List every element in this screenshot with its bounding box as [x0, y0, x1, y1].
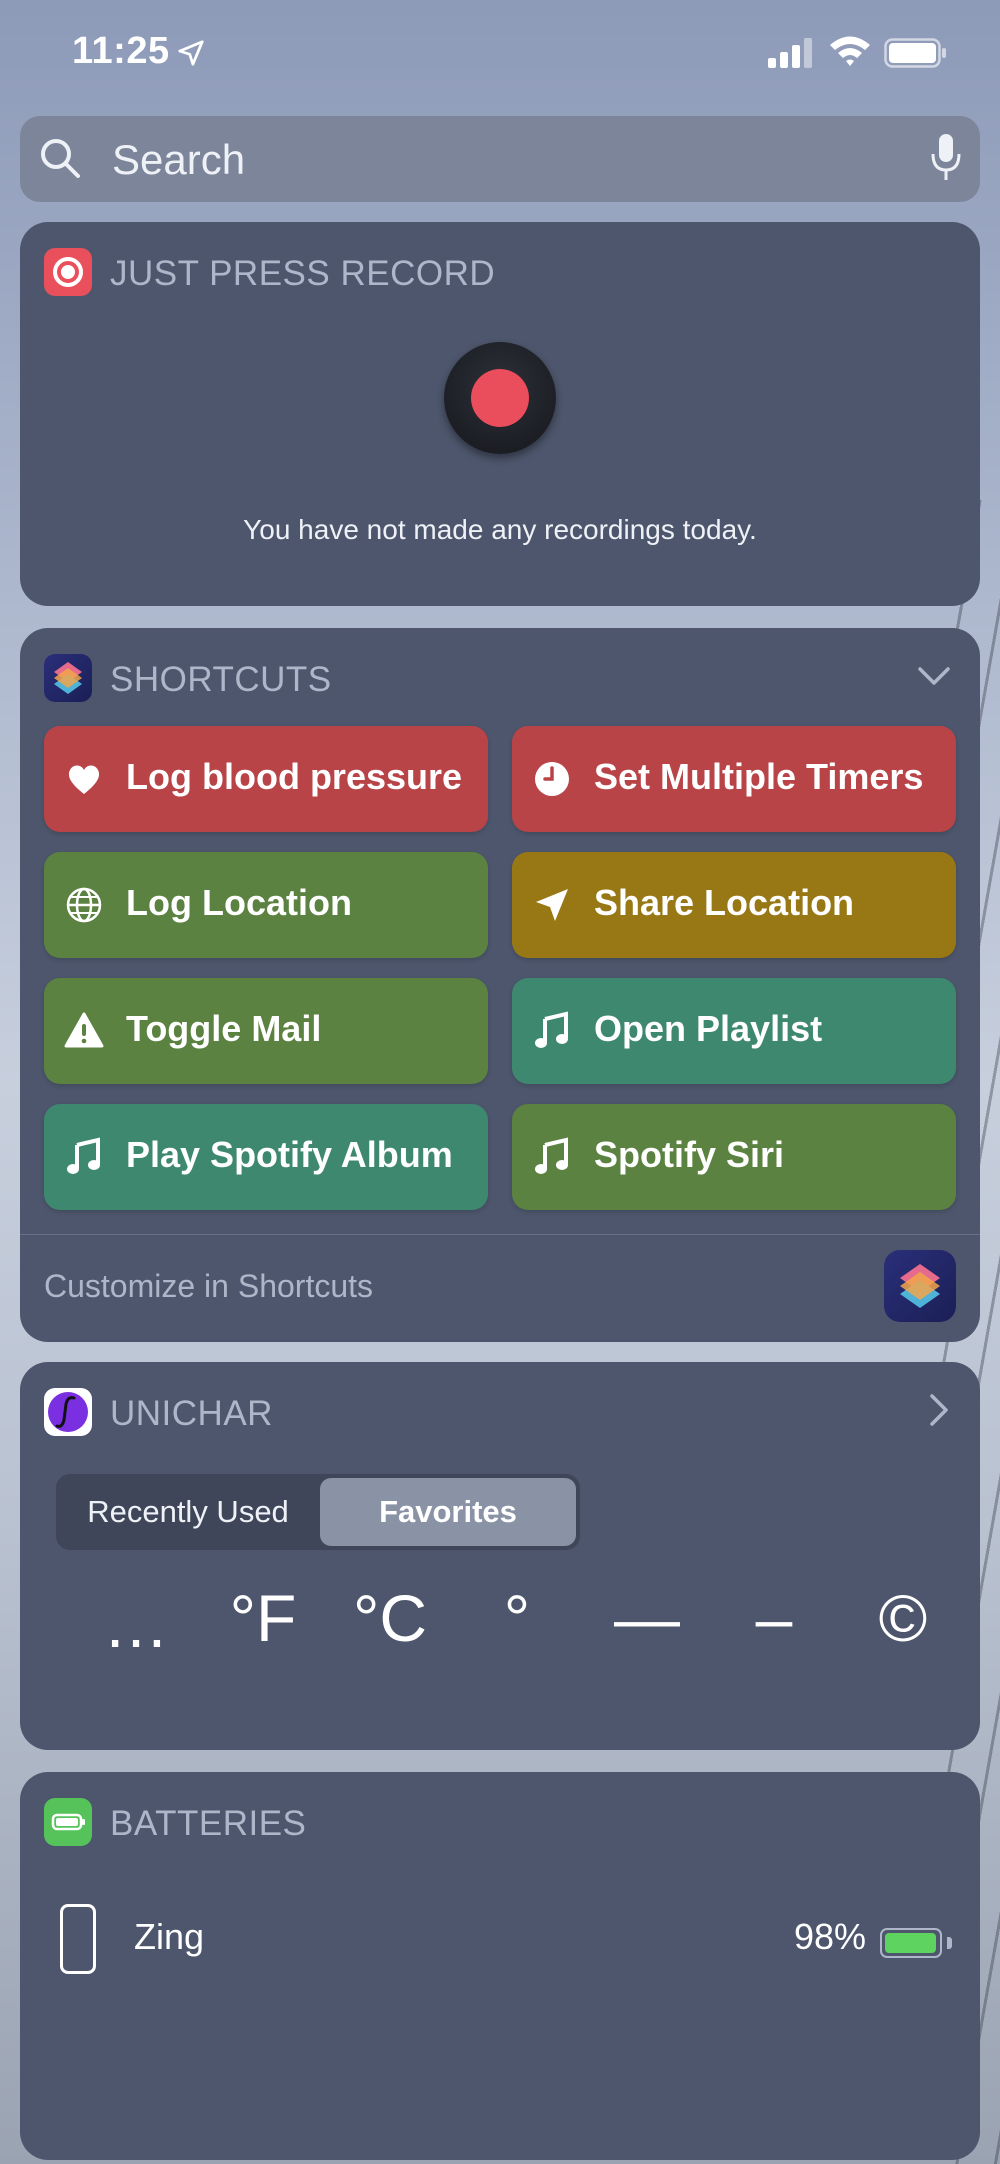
- shortcut-open-playlist[interactable]: Open Playlist: [512, 978, 956, 1084]
- widget-title: BATTERIES: [110, 1804, 307, 1843]
- char-fahrenheit[interactable]: °F: [213, 1580, 313, 1656]
- shortcut-label: Set Multiple Timers: [594, 756, 924, 797]
- location-arrow-icon: [178, 40, 204, 66]
- segment-recently-used[interactable]: Recently Used: [60, 1478, 316, 1546]
- shortcut-label: Log blood pressure: [126, 756, 463, 797]
- shortcut-label: Play Spotify Album: [126, 1134, 453, 1175]
- shortcut-play-spotify-album[interactable]: Play Spotify Album: [44, 1104, 488, 1210]
- status-time: 11:25: [72, 30, 170, 72]
- chevron-right-icon[interactable]: [928, 1392, 950, 1428]
- char-ellipsis[interactable]: …: [86, 1586, 186, 1662]
- segmented-control: Recently Used Favorites: [56, 1474, 580, 1550]
- character-row: … °F °C ° — – ©: [20, 1580, 980, 1680]
- widget-title: UNICHAR: [110, 1394, 273, 1433]
- record-dot-icon: [471, 369, 529, 427]
- segment-favorites[interactable]: Favorites: [320, 1478, 576, 1546]
- shortcuts-widget: SHORTCUTS Log blood pressure Set Multipl…: [20, 628, 980, 1342]
- char-em-dash[interactable]: —: [597, 1580, 697, 1656]
- shortcut-label: Open Playlist: [594, 1008, 823, 1049]
- char-copyright[interactable]: ©: [853, 1580, 953, 1656]
- shortcuts-grid: Log blood pressure Set Multiple Timers L…: [44, 726, 956, 1210]
- just-press-record-app-icon: [44, 248, 92, 296]
- widget-title: JUST PRESS RECORD: [110, 254, 496, 293]
- music-note-icon: [67, 1137, 100, 1174]
- shortcut-label: Share Location: [594, 882, 855, 923]
- status-bar: 11:25: [0, 0, 1000, 110]
- unichar-app-icon: [44, 1388, 92, 1436]
- char-celsius[interactable]: °C: [340, 1580, 440, 1656]
- shortcut-spotify-siri[interactable]: Spotify Siri: [512, 1104, 956, 1210]
- shortcut-label: Toggle Mail: [126, 1008, 322, 1049]
- device-name: Zing: [134, 1916, 205, 1957]
- iphone-icon: [60, 1904, 96, 1974]
- customize-in-shortcuts-link[interactable]: Customize in Shortcuts: [44, 1268, 373, 1305]
- shortcut-log-blood-pressure[interactable]: Log blood pressure: [44, 726, 488, 832]
- shortcut-set-multiple-timers[interactable]: Set Multiple Timers: [512, 726, 956, 832]
- music-note-icon: [535, 1011, 568, 1048]
- shortcut-toggle-mail[interactable]: Toggle Mail: [44, 978, 488, 1084]
- batteries-widget: BATTERIES Zing 98%: [20, 1772, 980, 2160]
- recordings-message: You have not made any recordings today.: [243, 514, 757, 545]
- signal-icon: [768, 38, 812, 68]
- widget-title: SHORTCUTS: [110, 660, 332, 699]
- battery-icon: [884, 38, 946, 68]
- shortcuts-app-icon: [44, 654, 92, 702]
- music-note-icon: [535, 1137, 568, 1174]
- battery-percent: 98%: [793, 1916, 866, 1957]
- divider: [20, 1234, 980, 1235]
- heart-icon: [68, 765, 100, 794]
- search-bar[interactable]: Search: [20, 116, 980, 202]
- batteries-app-icon: [44, 1798, 92, 1846]
- globe-icon: [66, 887, 102, 923]
- char-degree[interactable]: °: [467, 1580, 567, 1656]
- search-icon: [41, 139, 80, 178]
- just-press-record-widget: JUST PRESS RECORD You have not made any …: [20, 222, 980, 606]
- chevron-down-icon[interactable]: [916, 664, 952, 688]
- shortcuts-app-icon[interactable]: [884, 1250, 956, 1322]
- clock-icon: [535, 762, 569, 796]
- unichar-widget: UNICHAR Recently Used Favorites … °F °C …: [20, 1362, 980, 1750]
- shortcut-log-location[interactable]: Log Location: [44, 852, 488, 958]
- shortcut-label: Spotify Siri: [594, 1134, 785, 1175]
- warning-icon: [64, 1012, 104, 1048]
- battery-level-icon: [880, 1928, 942, 1958]
- shortcut-share-location[interactable]: Share Location: [512, 852, 956, 958]
- battery-nub: [947, 1937, 952, 1949]
- record-button[interactable]: [444, 342, 556, 454]
- mic-icon[interactable]: [928, 132, 964, 184]
- wifi-icon: [830, 36, 870, 66]
- search-input[interactable]: Search: [112, 136, 245, 184]
- char-en-dash[interactable]: –: [724, 1580, 824, 1656]
- shortcut-label: Log Location: [126, 882, 352, 923]
- battery-fill: [885, 1933, 936, 1953]
- location-arrow-icon: [536, 889, 568, 921]
